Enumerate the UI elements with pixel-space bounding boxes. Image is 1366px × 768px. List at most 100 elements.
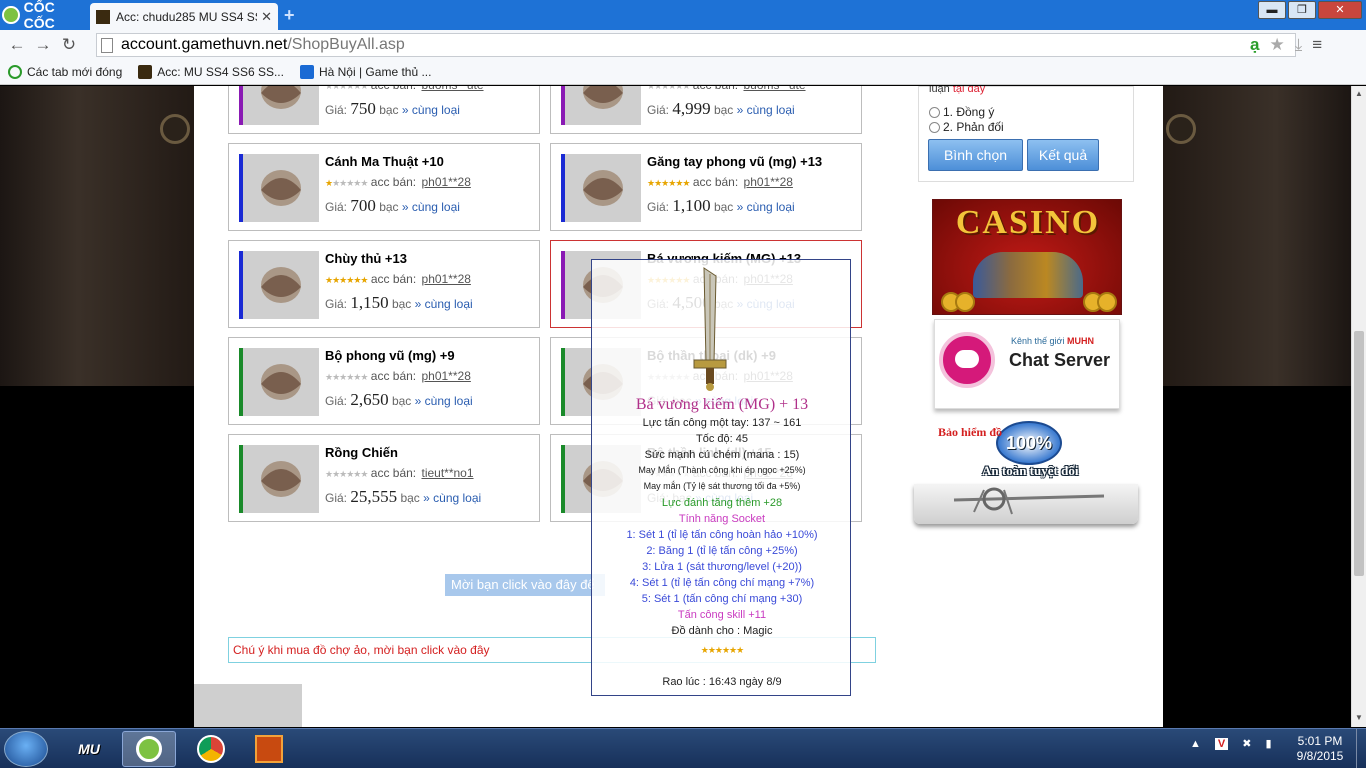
item-icon [261,364,301,400]
chat-bubble-icon [939,332,995,388]
bookmark-acc[interactable]: Acc: MU SS4 SS6 SS... [138,65,284,79]
click-here-link[interactable]: Mời bạn click vào đây để [445,574,605,596]
price-label: Giá: [325,297,348,311]
scroll-up-icon[interactable]: ▲ [1355,89,1363,98]
taskbar-game[interactable] [242,731,296,767]
coin-icon [1097,292,1117,312]
item-card[interactable]: Siêu Cánh Mộng Ảo +9★★★★★★ acc bán: buom… [550,86,862,134]
seal-text: 100% [1006,433,1053,453]
address-bar[interactable]: account.gamethuvn.net/ShopBuyAll.asp [96,33,1296,57]
item-card[interactable]: Găng tay phong vũ (mg) +13 ★★★★★★ acc bán… [550,143,862,231]
item-card[interactable]: Chùy thủ +13 ★★★★★★ acc bán: ph01**28 Giá:… [228,240,540,328]
item-price-row: Giá: 25,555 bạc » cùng loại [325,487,481,507]
clock-time: 5:01 PM [1297,734,1343,748]
same-type-link[interactable]: » cùng loại [402,103,460,117]
tooltip-stat-line: Tấn công skill +11 [677,609,767,621]
taskbar-clock[interactable]: 5:01 PM 9/8/2015 [1290,734,1350,764]
poll-option-agree[interactable]: 1. Đồng ý [929,105,994,119]
item-image[interactable] [243,86,319,125]
scroll-down-icon[interactable]: ▼ [1355,713,1363,722]
bookmark-recent-tabs[interactable]: Các tab mới đóng [8,65,122,79]
same-type-link[interactable]: » cùng loại [415,394,473,408]
seller-link[interactable]: ph01**28 [421,175,470,189]
item-image[interactable] [243,251,319,319]
vote-button[interactable]: Bình chọn [928,139,1023,171]
reload-icon[interactable]: ↻ [56,35,82,55]
item-card[interactable]: Rồng Chiến ★★★★★★ acc bán: tieut**no1 Giá:… [228,434,540,522]
scroll-thumb[interactable] [1354,331,1364,576]
forward-icon[interactable]: → [30,35,56,55]
taskbar-chrome[interactable] [184,731,238,767]
item-image[interactable] [243,154,319,222]
item-icon [261,267,301,303]
item-name[interactable]: Bộ phong vũ (mg) +9 [325,348,455,363]
item-image[interactable] [565,86,641,125]
item-name[interactable]: Rồng Chiến [325,445,398,460]
poll-option-disagree[interactable]: 2. Phản đối [929,120,1004,134]
same-type-link[interactable]: » cùng loại [737,200,795,214]
seller-link[interactable]: ph01**28 [744,175,793,189]
chat-server-banner[interactable]: Kênh thế giới MUHN Chat Server [934,319,1120,409]
start-button[interactable] [4,731,48,767]
mu-app-icon: MU [78,741,100,757]
download-icon[interactable]: ⤓ [1295,35,1303,55]
casino-banner[interactable]: CASINO [932,199,1122,315]
same-type-link[interactable]: » cùng loại [423,491,481,505]
close-window-button[interactable]: ✕ [1318,1,1362,19]
item-name[interactable]: Cánh Ma Thuật +10 [325,154,444,169]
result-button[interactable]: Kết quả [1027,139,1099,171]
taskbar-coccoc[interactable] [122,731,176,767]
signal-icon[interactable]: ▮ [1265,737,1271,750]
coccoc-logo-icon [2,6,20,24]
poll-title-link[interactable]: tại đây [953,86,985,95]
seller-label: acc bán: [693,86,738,92]
maximize-button[interactable]: ❐ [1288,1,1316,19]
item-name[interactable]: Găng tay phong vũ (mg) +13 [647,154,822,169]
show-desktop-button[interactable] [1356,729,1366,768]
tooltip-item-name: Bá vương kiếm (MG) + 13 [635,396,809,413]
bookmark-hanoi[interactable]: Hà Nội | Game thủ ... [299,65,431,79]
same-type-link[interactable]: » cùng loại [402,200,460,214]
item-card[interactable]: Bộ phong vũ (mg) +9 ★★★★★★ acc bán: ph01*… [228,337,540,425]
bookmark-star-icon[interactable]: ★ [1269,35,1284,55]
item-image[interactable] [565,154,641,222]
back-icon[interactable]: ← [4,35,30,55]
item-card[interactable]: Nỏ Quỷ +11★★★★★★ acc bán: buoms**uteGiá:… [228,86,540,134]
menu-icon[interactable]: ≡ [1312,35,1322,55]
tooltip-stat-line: 4: Sét 1 (tỉ lệ tấn công chí mạng +7%) [629,577,815,589]
price-value: 2,650 [350,390,389,409]
input-method-icon[interactable]: ạ [1250,35,1259,55]
chrome-app-icon [197,735,225,763]
insurance-badge[interactable]: 100% Bảo hiểm đồ An toàn tuyệt đối [936,421,1122,486]
coccoc-logo[interactable]: CỐC CỐC [2,0,88,31]
browser-tab[interactable]: Acc: chudu285 MU SS4 SS6 ✕ [90,3,278,30]
seller-link[interactable]: ph01**28 [421,369,470,383]
item-price-row: Giá: 1,100 bạc » cùng loại [647,196,795,216]
item-card[interactable]: Cánh Ma Thuật +10 ★★★★★★ acc bán: ph01**2… [228,143,540,231]
vietkey-icon[interactable]: V [1214,737,1229,750]
poll-title: luận tại đây [929,86,985,95]
same-type-link[interactable]: » cùng loại [737,103,795,117]
item-price-row: Giá: 750 bạc » cùng loại [325,99,460,119]
page-scrollbar[interactable]: ▲ ▼ [1351,86,1366,727]
seller-link[interactable]: ph01**28 [422,272,471,286]
item-image[interactable] [243,348,319,416]
windows-taskbar: MU ▲ V ✖ ▮ 5:01 PM 9/8/2015 [0,728,1366,768]
radio-icon[interactable] [929,121,940,133]
item-image[interactable] [243,445,319,513]
item-name[interactable]: Chùy thủ +13 [325,251,407,266]
price-currency: bạc [391,297,412,311]
tab-close-icon[interactable]: ✕ [261,9,272,25]
tray-expand-icon[interactable]: ▲ [1190,738,1201,750]
same-type-link[interactable]: » cùng loại [415,297,473,311]
seller-link[interactable]: buoms**ute [743,86,805,92]
radio-icon[interactable] [929,106,940,118]
seller-link[interactable]: buoms**ute [421,86,483,92]
taskbar-mu-app[interactable]: MU [62,731,116,767]
minimize-button[interactable]: ▬ [1258,1,1286,19]
web-page: Nỏ Quỷ +11★★★★★★ acc bán: buoms**uteGiá:… [0,86,1366,727]
new-tab-button[interactable]: + [284,5,295,26]
network-alert-icon[interactable]: ✖ [1242,737,1251,750]
logo-text: CỐC CỐC [23,0,55,31]
seller-link[interactable]: tieut**no1 [421,466,473,480]
